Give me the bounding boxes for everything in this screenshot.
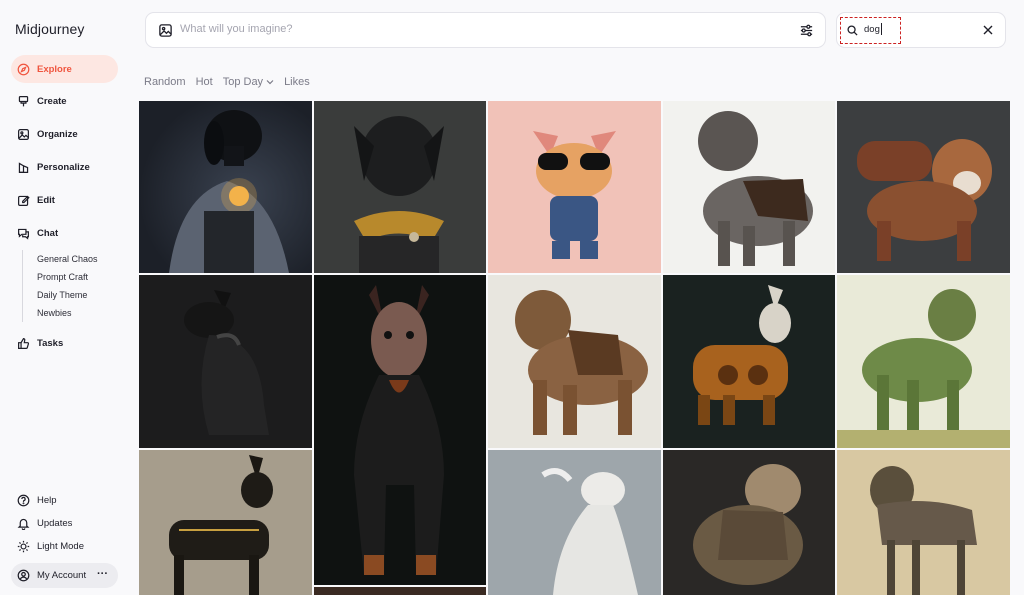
gallery-image[interactable] [139, 275, 312, 448]
account-button[interactable]: My Account ··· [11, 563, 118, 588]
gallery-image-art [837, 275, 1010, 448]
sidebar-item-personalize[interactable]: Personalize [11, 154, 118, 180]
gallery-image-art [314, 275, 486, 585]
chat-icon [18, 228, 29, 240]
imagine-bar[interactable]: What will you imagine? [145, 12, 826, 48]
filter-top-day[interactable]: Top Day [223, 76, 274, 88]
close-icon[interactable] [983, 25, 993, 35]
gallery-image[interactable] [488, 450, 661, 595]
search-icon [847, 25, 858, 36]
chat-room-general-chaos[interactable]: General Chaos [37, 250, 98, 268]
filter-hot[interactable]: Hot [196, 76, 213, 88]
gallery-image[interactable] [837, 450, 1010, 595]
compass-icon [17, 63, 30, 75]
account-label: My Account [37, 570, 87, 581]
gallery-image[interactable] [663, 450, 835, 595]
gallery-image[interactable] [663, 101, 835, 273]
gallery-image-art [663, 450, 835, 595]
sidebar-item-edit[interactable]: Edit [11, 187, 118, 213]
gallery-image[interactable] [488, 275, 661, 448]
sidebar-item-label: Light Mode [37, 540, 85, 552]
image-icon[interactable] [158, 23, 173, 38]
edit-icon [18, 195, 30, 206]
filter-random[interactable]: Random [144, 76, 186, 88]
sidebar-item-label: Tasks [37, 337, 64, 349]
gallery-image-art [139, 275, 312, 448]
sidebar-item-label: Organize [37, 128, 78, 140]
gallery-image-art [139, 450, 312, 595]
sidebar-item-organize[interactable]: Organize [11, 121, 118, 147]
more-icon[interactable]: ··· [97, 568, 108, 580]
gallery-image-art [139, 101, 312, 273]
brush-icon [18, 95, 29, 106]
gallery-image-art [314, 101, 486, 273]
gallery-image-art [663, 275, 835, 448]
sidebar-item-label: Help [37, 494, 57, 506]
filter-likes[interactable]: Likes [284, 76, 310, 88]
sidebar-item-label: Edit [37, 194, 55, 206]
user-icon [17, 569, 30, 582]
sidebar-item-label: Explore [37, 63, 72, 75]
personalize-icon [18, 161, 29, 173]
filter-top-day-label: Top Day [222, 76, 264, 88]
gallery-image[interactable] [139, 450, 312, 595]
sidebar-item-updates[interactable]: Updates [11, 512, 72, 534]
chevron-down-icon [266, 80, 274, 85]
bell-icon [17, 518, 30, 530]
sidebar: Midjourney Explore Create Organize Perso… [0, 0, 130, 595]
search-box[interactable]: dog [836, 12, 1006, 48]
gallery-image[interactable] [314, 275, 486, 585]
gallery-image-art [488, 275, 661, 448]
gallery-image[interactable] [139, 101, 312, 273]
sidebar-item-explore[interactable]: Explore [11, 55, 118, 83]
sidebar-item-label: Updates [37, 517, 73, 529]
gallery-image[interactable] [837, 101, 1010, 273]
sidebar-item-label: Create [37, 95, 67, 107]
sidebar-item-light-mode[interactable]: Light Mode [11, 535, 84, 557]
chat-room-newbies[interactable]: Newbies [37, 304, 98, 322]
search-input[interactable]: dog [864, 24, 880, 35]
gallery-image-art [488, 101, 661, 273]
sidebar-item-label: Chat [37, 227, 59, 239]
sidebar-item-label: Personalize [37, 161, 90, 173]
image-gallery [139, 101, 1010, 595]
sliders-icon[interactable] [799, 23, 814, 38]
gallery-image-art [837, 101, 1010, 273]
sidebar-item-tasks[interactable]: Tasks [11, 330, 118, 356]
gallery-image-art [488, 450, 661, 595]
chat-room-list: General Chaos Prompt Craft Daily Theme N… [22, 250, 98, 322]
image-icon [18, 128, 29, 140]
sidebar-item-help[interactable]: Help [11, 489, 57, 511]
gallery-image-art [837, 450, 1010, 595]
sun-icon [17, 540, 30, 552]
gallery-image-art [314, 587, 486, 595]
chat-room-prompt-craft[interactable]: Prompt Craft [37, 268, 98, 286]
gallery-image[interactable] [488, 101, 661, 273]
imagine-placeholder: What will you imagine? [180, 23, 293, 35]
gallery-image-art [663, 101, 835, 273]
text-cursor [881, 23, 882, 35]
feed-filters: Random Hot Top Day Likes [144, 76, 310, 88]
gallery-image[interactable] [837, 275, 1010, 448]
sidebar-item-create[interactable]: Create [11, 88, 118, 114]
gallery-image[interactable] [663, 275, 835, 448]
app-logo[interactable]: Midjourney [15, 21, 84, 37]
sidebar-item-chat[interactable]: Chat [11, 220, 118, 246]
chat-room-daily-theme[interactable]: Daily Theme [37, 286, 98, 304]
gallery-image[interactable] [314, 101, 486, 273]
gallery-image[interactable] [314, 587, 486, 595]
thumbs-up-icon [18, 337, 30, 349]
help-icon [17, 494, 30, 506]
